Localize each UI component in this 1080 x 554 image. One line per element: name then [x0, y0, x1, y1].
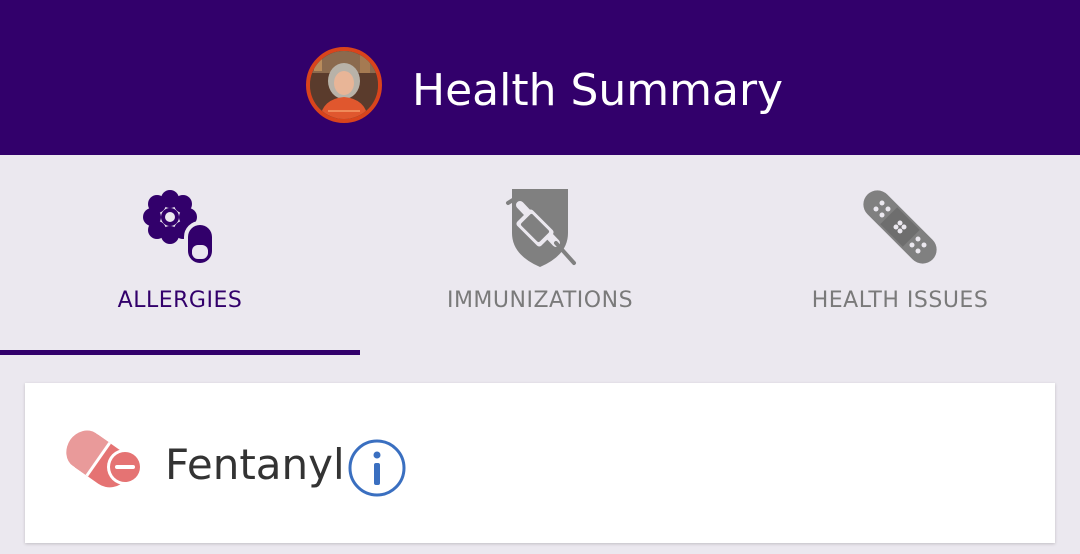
- tab-immunizations-label: IMMUNIZATIONS: [446, 288, 634, 313]
- pill-capsule-icon: [66, 430, 143, 488]
- info-icon[interactable]: [347, 438, 407, 498]
- tab-immunizations[interactable]: IMMUNIZATIONS: [360, 155, 720, 355]
- allergy-name: Fentanyl: [165, 440, 345, 489]
- tab-bar: ALLERGIES IMMUNIZATIONS HEALTH ISSUES: [0, 155, 1080, 355]
- allergy-icon: [143, 190, 216, 267]
- app-header: Health Summary: [0, 0, 1080, 155]
- bandage-icon: [863, 190, 937, 264]
- tab-allergies[interactable]: ALLERGIES: [0, 155, 360, 355]
- tab-health-issues[interactable]: HEALTH ISSUES: [720, 155, 1080, 355]
- tab-health-issues-label: HEALTH ISSUES: [811, 288, 989, 313]
- allergy-card[interactable]: Fentanyl: [25, 383, 1055, 543]
- avatar[interactable]: [306, 47, 382, 123]
- syringe-shield-icon: [506, 189, 576, 267]
- active-tab-indicator: [0, 350, 360, 355]
- tab-allergies-label: ALLERGIES: [117, 288, 243, 313]
- avatar-photo: [310, 51, 378, 119]
- page-title: Health Summary: [412, 65, 784, 116]
